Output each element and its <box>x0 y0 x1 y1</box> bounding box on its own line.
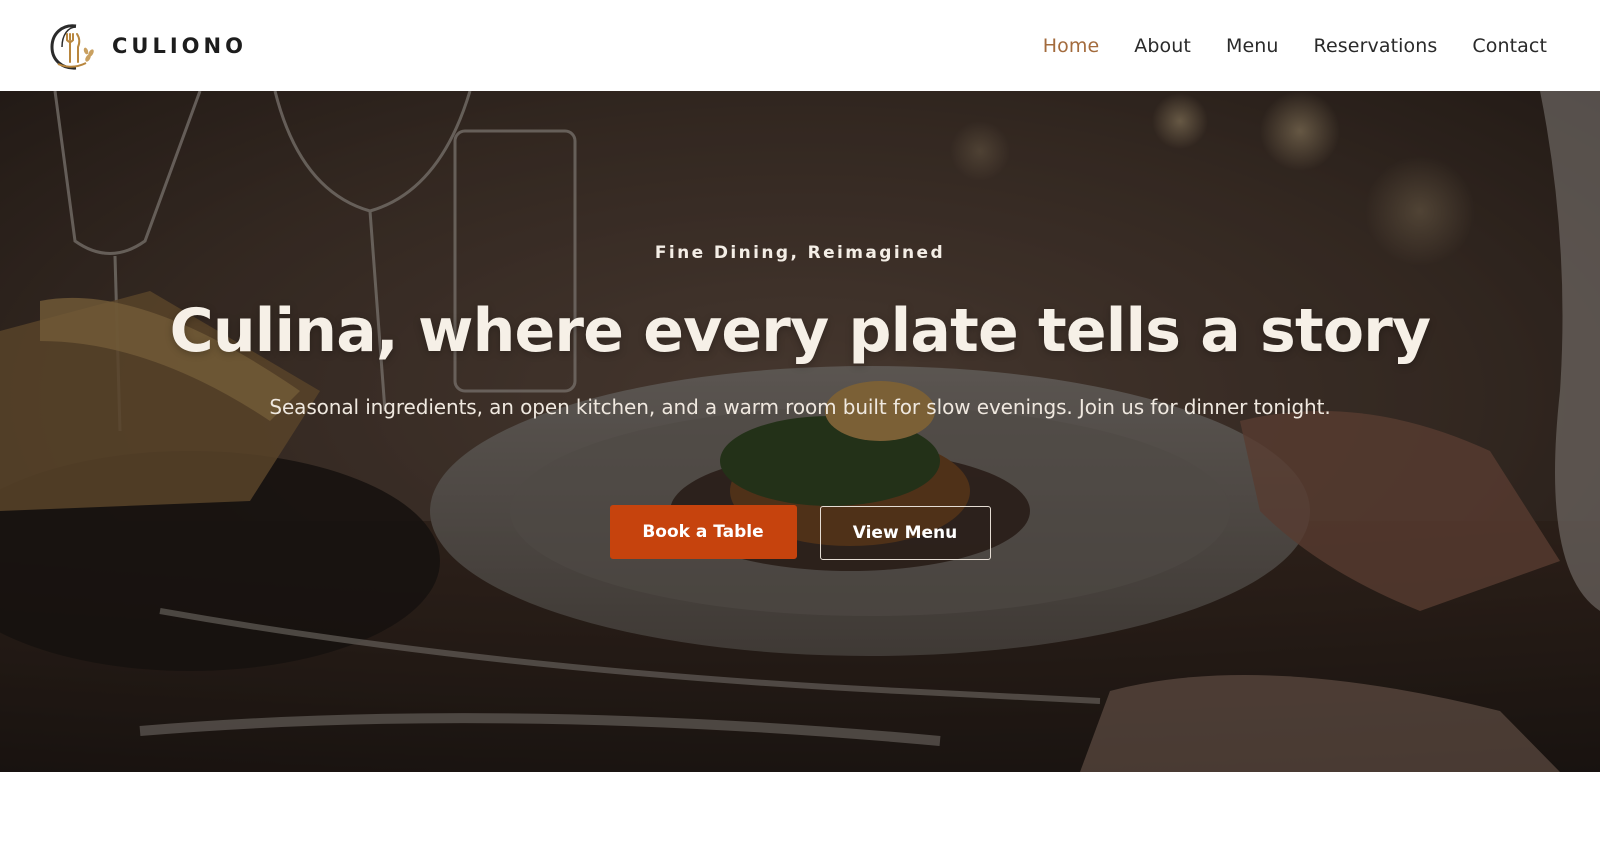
nav-reservations-link[interactable]: Reservations <box>1314 35 1438 57</box>
hero-content: Fine Dining, Reimagined Culina, where ev… <box>0 91 1600 772</box>
hero-headline: Culina, where every plate tells a story <box>169 296 1432 366</box>
book-a-table-button[interactable]: Book a Table <box>609 505 797 559</box>
fork-knife-wheat-logo-icon <box>50 23 94 70</box>
hero-section: Fine Dining, Reimagined Culina, where ev… <box>0 91 1600 772</box>
nav-contact-link[interactable]: Contact <box>1472 35 1547 57</box>
brand-name: CULIONO <box>112 33 247 58</box>
hero-eyebrow: Fine Dining, Reimagined <box>654 243 946 263</box>
hero-cta-row: Book a Table View Menu <box>609 505 991 560</box>
main-nav: Home About Menu Reservations Contact <box>1043 35 1547 57</box>
nav-about-link[interactable]: About <box>1134 35 1191 57</box>
site-header: CULIONO Home About Menu Reservations Con… <box>0 0 1600 91</box>
nav-home-link[interactable]: Home <box>1043 35 1100 57</box>
hero-subline: Seasonal ingredients, an open kitchen, a… <box>269 395 1331 419</box>
page-below-hero <box>0 772 1600 852</box>
nav-menu-link[interactable]: Menu <box>1226 35 1279 57</box>
brand[interactable]: CULIONO <box>46 20 247 72</box>
view-menu-button[interactable]: View Menu <box>819 506 991 560</box>
